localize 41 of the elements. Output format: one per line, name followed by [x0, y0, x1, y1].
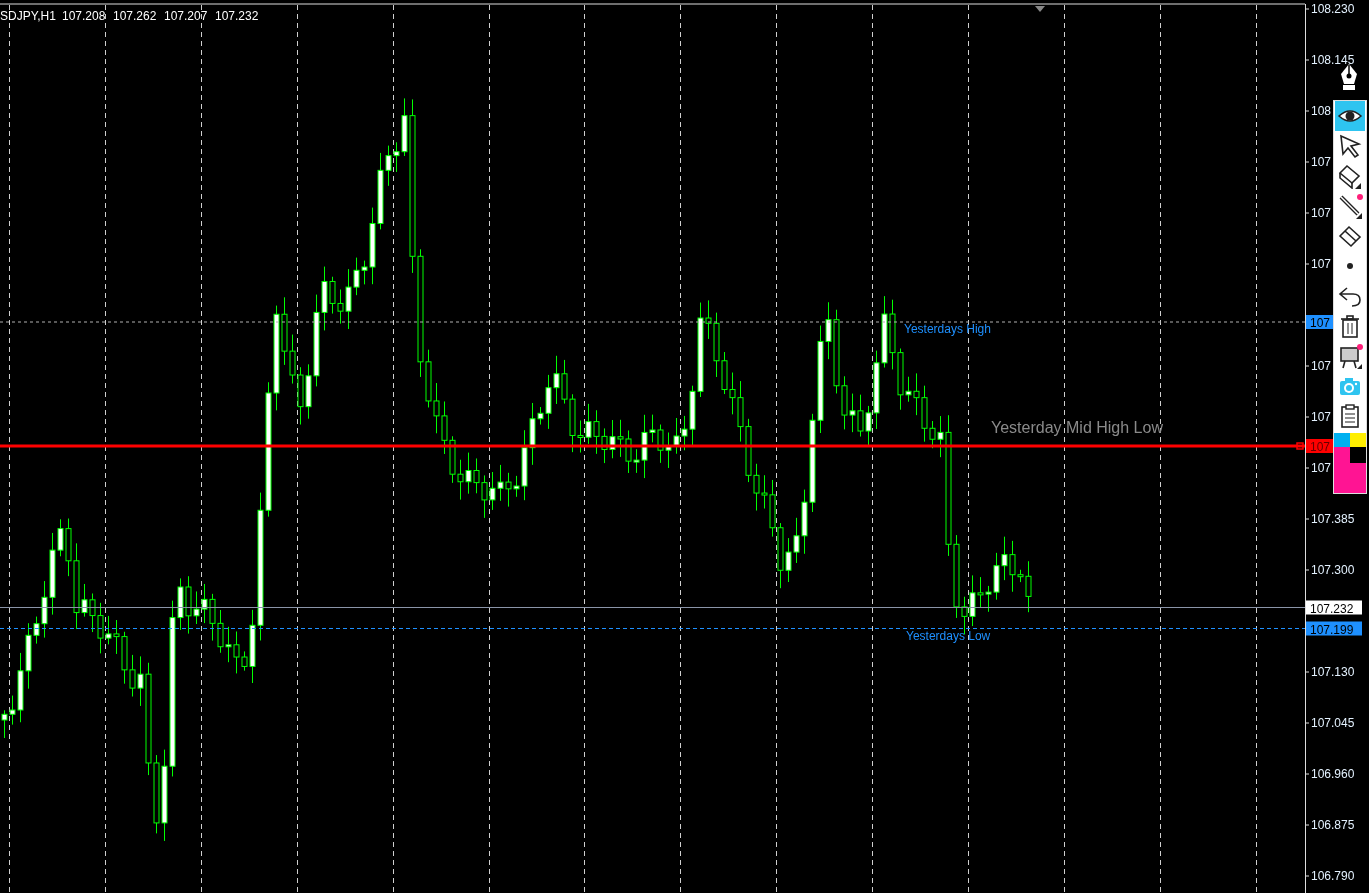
price-value: 107.262 — [113, 9, 157, 23]
eye-tool[interactable] — [1335, 101, 1365, 131]
eraser-icon — [1337, 223, 1363, 249]
color-swatch[interactable] — [1350, 433, 1366, 447]
axis-label: 107 — [1311, 359, 1332, 373]
axis-label: 107.300 — [1311, 563, 1355, 577]
axis-label: 108 — [1311, 104, 1332, 118]
price-tag: 107 — [1306, 439, 1334, 454]
easel-icon — [1337, 343, 1363, 369]
symbol-label: SDJPY,H1 — [0, 9, 56, 23]
dot-icon — [1347, 263, 1353, 269]
axis-label: 107.045 — [1311, 716, 1355, 730]
axis-label: 107.130 — [1311, 665, 1355, 679]
axis-label: 107 — [1311, 155, 1332, 169]
price-value: 107.207 — [164, 9, 208, 23]
axis-label: 108.230 — [1311, 2, 1355, 16]
axis-label: 106.790 — [1311, 869, 1355, 883]
axis-label: 108.145 — [1311, 53, 1355, 67]
axis-label: 106.960 — [1311, 767, 1355, 781]
price-value: 107.232 — [215, 9, 259, 23]
axis-label: 107 — [1311, 257, 1332, 271]
axis-label: 107 — [1311, 206, 1332, 220]
line-label: Yesterdays High — [904, 322, 991, 336]
price-value: 107.208 — [62, 9, 106, 23]
line-label: Yesterdays Low — [906, 629, 991, 643]
cursor-icon — [1337, 133, 1363, 159]
line-label: Yesterday Mid High Low — [991, 419, 1163, 436]
price-tag: 107 — [1306, 315, 1334, 330]
axis-label: 107.385 — [1311, 512, 1355, 526]
color-swatch[interactable] — [1334, 447, 1366, 493]
axis-label: 107 — [1311, 461, 1332, 475]
eraser-icon — [1337, 163, 1363, 189]
color-swatch[interactable] — [1334, 433, 1350, 447]
line-icon — [1337, 193, 1363, 219]
price-tag: 107.232 — [1306, 600, 1362, 616]
axis-label: 107 — [1311, 410, 1332, 424]
axis-label: 106.875 — [1311, 818, 1355, 832]
line-anchor-icon — [1296, 442, 1304, 450]
color-swatch[interactable] — [1350, 447, 1366, 463]
shift-marker-icon — [1035, 6, 1045, 12]
price-tag: 107.199 — [1306, 621, 1362, 637]
